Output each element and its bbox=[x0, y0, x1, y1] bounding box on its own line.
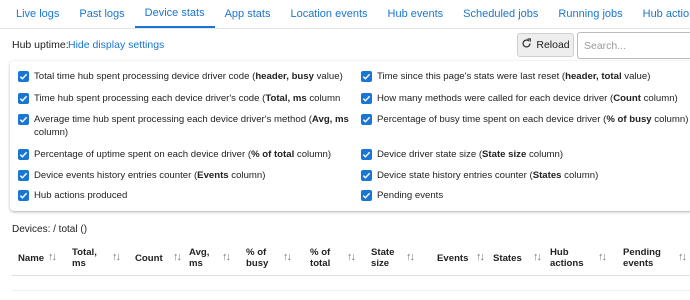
tab-location-events[interactable]: Location events bbox=[280, 0, 377, 28]
reload-icon bbox=[521, 38, 532, 52]
column-header-state-size[interactable]: State size ↑↓ bbox=[371, 240, 426, 276]
option-label: Device driver state size (State size col… bbox=[377, 149, 564, 160]
option-total-value[interactable]: Time since this page's stats were last r… bbox=[361, 70, 690, 83]
option-states-column[interactable]: Device state history entries counter (St… bbox=[361, 169, 690, 182]
column-header-total-ms[interactable]: Total, ms ↑↓ bbox=[72, 240, 127, 276]
checkbox[interactable] bbox=[18, 93, 29, 104]
column-header-pending-events[interactable]: Pending events ↑↓ bbox=[623, 240, 690, 276]
hub-uptime-label: Hub uptime: bbox=[12, 39, 69, 51]
toolbar: Hub uptime: Hide display settings Reload bbox=[0, 29, 690, 61]
option-pct-busy-column[interactable]: Percentage of busy time spent on each de… bbox=[361, 113, 690, 126]
option-busy-value[interactable]: Total time hub spent processing device d… bbox=[18, 70, 353, 83]
option-count-column[interactable]: How many methods were called for each de… bbox=[361, 92, 690, 105]
option-avg-ms-column[interactable]: Average time hub spent processing each d… bbox=[18, 113, 353, 139]
option-label: Pending events bbox=[377, 190, 444, 201]
column-header-hub-actions[interactable]: Hub actions ↑↓ bbox=[550, 240, 610, 276]
sort-icon[interactable]: ↑↓ bbox=[112, 252, 121, 263]
option-label: Hub actions produced bbox=[34, 190, 128, 201]
option-label: Average time hub spent processing each d… bbox=[34, 114, 349, 138]
checkbox[interactable] bbox=[361, 93, 372, 104]
sort-icon[interactable]: ↑↓ bbox=[283, 252, 292, 263]
option-events-column[interactable]: Device events history entries counter (E… bbox=[18, 169, 353, 182]
option-pct-total-column[interactable]: Percentage of uptime spent on each devic… bbox=[18, 148, 353, 161]
checkbox[interactable] bbox=[361, 71, 372, 82]
checkbox[interactable] bbox=[18, 190, 29, 201]
tab-running-jobs[interactable]: Running jobs bbox=[548, 0, 632, 28]
reload-button[interactable]: Reload bbox=[517, 33, 574, 57]
option-label: Percentage of uptime spent on each devic… bbox=[34, 149, 332, 160]
column-header-pct-busy[interactable]: % of busy ↑↓ bbox=[246, 240, 301, 276]
tab-scheduled-jobs[interactable]: Scheduled jobs bbox=[453, 0, 548, 28]
sort-icon[interactable]: ↑↓ bbox=[173, 252, 182, 263]
option-pending-events[interactable]: Pending events bbox=[361, 189, 690, 202]
tab-hub-actions[interactable]: Hub actions bbox=[633, 0, 690, 28]
option-label: Time hub spent processing each device dr… bbox=[34, 93, 341, 104]
checkbox[interactable] bbox=[361, 170, 372, 181]
tab-app-stats[interactable]: App stats bbox=[215, 0, 281, 28]
checkbox[interactable] bbox=[361, 190, 372, 201]
column-header-events[interactable]: Events ↑↓ bbox=[437, 240, 492, 276]
devices-count: Devices: / total () bbox=[12, 224, 88, 235]
sort-icon[interactable]: ↑↓ bbox=[598, 252, 607, 263]
reload-label: Reload bbox=[536, 39, 570, 51]
option-hub-actions[interactable]: Hub actions produced bbox=[18, 189, 353, 202]
sort-icon[interactable]: ↑↓ bbox=[406, 252, 415, 263]
column-header-pct-total[interactable]: % of total ↑↓ bbox=[310, 240, 365, 276]
sort-icon[interactable]: ↑↓ bbox=[222, 252, 231, 263]
option-total-ms-column[interactable]: Time hub spent processing each device dr… bbox=[18, 92, 353, 105]
option-label: Device state history entries counter (St… bbox=[377, 170, 599, 181]
checkbox[interactable] bbox=[361, 149, 372, 160]
checkbox[interactable] bbox=[18, 170, 29, 181]
tab-live-logs[interactable]: Live logs bbox=[6, 0, 69, 28]
checkbox[interactable] bbox=[18, 71, 29, 82]
option-label: How many methods were called for each de… bbox=[377, 93, 678, 104]
column-header-count[interactable]: Count ↑↓ bbox=[135, 240, 185, 276]
tab-device-stats[interactable]: Device stats bbox=[134, 0, 215, 28]
sort-icon[interactable]: ↑↓ bbox=[476, 252, 485, 263]
tab-hub-events[interactable]: Hub events bbox=[378, 0, 454, 28]
column-header-name[interactable]: Name ↑↓ bbox=[18, 240, 63, 276]
sort-icon[interactable]: ↑↓ bbox=[533, 252, 542, 263]
tab-bar: Live logs Past logs Device stats App sta… bbox=[0, 0, 690, 29]
option-label: Percentage of busy time spent on each de… bbox=[377, 114, 689, 125]
checkbox[interactable] bbox=[18, 114, 29, 125]
table-header: Name ↑↓ Total, ms ↑↓ Count ↑↓ Avg, ms ↑↓ %… bbox=[12, 240, 690, 276]
checkbox[interactable] bbox=[361, 114, 372, 125]
sort-icon[interactable]: ↑↓ bbox=[347, 252, 356, 263]
sort-icon[interactable]: ↑↓ bbox=[678, 252, 687, 263]
column-header-states[interactable]: States ↑↓ bbox=[493, 240, 548, 276]
tab-past-logs[interactable]: Past logs bbox=[69, 0, 134, 28]
checkbox[interactable] bbox=[18, 149, 29, 160]
sort-icon[interactable]: ↑↓ bbox=[48, 252, 57, 263]
option-state-size-column[interactable]: Device driver state size (State size col… bbox=[361, 148, 690, 161]
table-divider bbox=[12, 290, 690, 291]
option-label: Device events history entries counter (E… bbox=[34, 170, 266, 181]
option-label: Time since this page's stats were last r… bbox=[377, 71, 651, 82]
column-header-avg-ms[interactable]: Avg, ms ↑↓ bbox=[189, 240, 244, 276]
search-input[interactable] bbox=[577, 32, 690, 59]
option-label: Total time hub spent processing device d… bbox=[34, 71, 343, 82]
display-settings-panel: Total time hub spent processing device d… bbox=[10, 61, 690, 211]
hide-display-settings-link[interactable]: Hide display settings bbox=[68, 39, 164, 51]
